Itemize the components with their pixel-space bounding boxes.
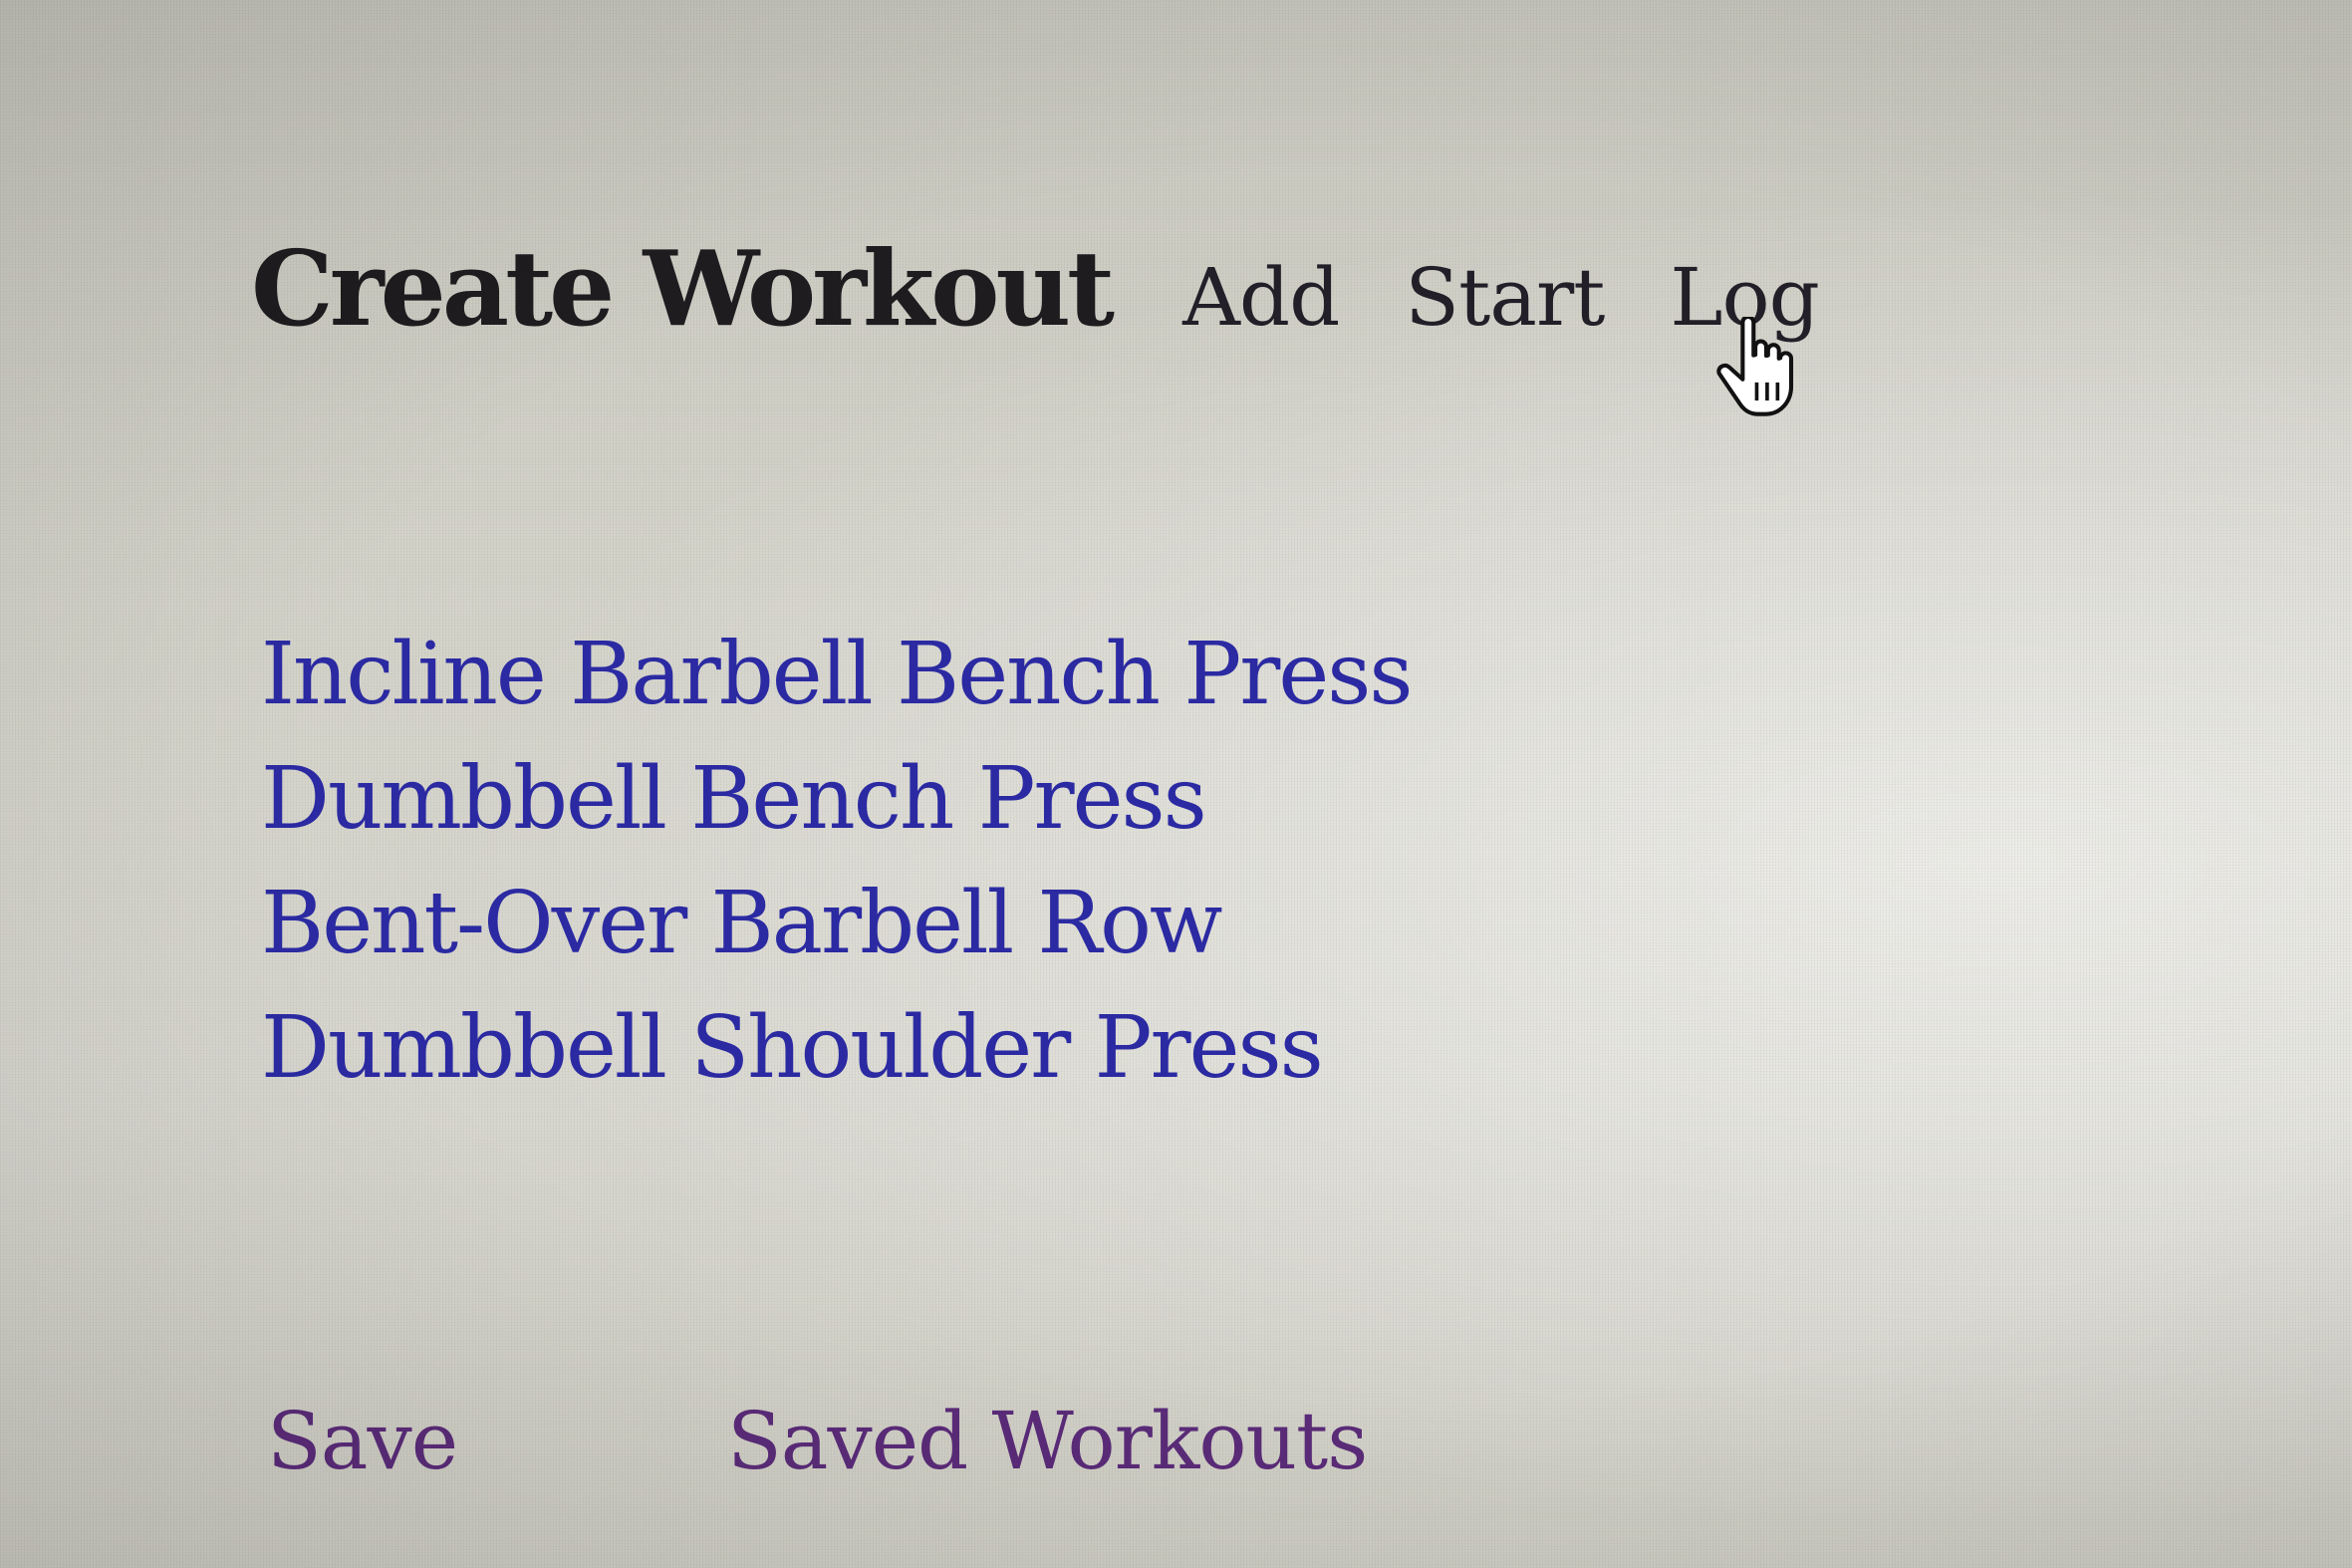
top-nav: Create Workout Add Start Log [251,227,1820,350]
nav-log-link[interactable]: Log [1670,251,1819,344]
exercise-item-incline-barbell-bench-press[interactable]: Incline Barbell Bench Press [261,613,1414,737]
exercise-item-dumbbell-shoulder-press[interactable]: Dumbbell Shoulder Press [261,986,1412,1111]
save-link[interactable]: Save [267,1395,458,1487]
nav-add-link[interactable]: Add [1182,251,1340,344]
exercise-item-bent-over-barbell-row[interactable]: Bent-Over Barbell Row [261,862,1412,986]
exercise-item-dumbbell-bench-press[interactable]: Dumbbell Bench Press [261,737,1412,862]
exercise-list: Incline Barbell Bench Press Dumbbell Ben… [261,613,1414,1111]
page-title: Create Workout [251,227,1115,350]
saved-workouts-link[interactable]: Saved Workouts [727,1395,1368,1487]
nav-start-link[interactable]: Start [1405,251,1605,344]
